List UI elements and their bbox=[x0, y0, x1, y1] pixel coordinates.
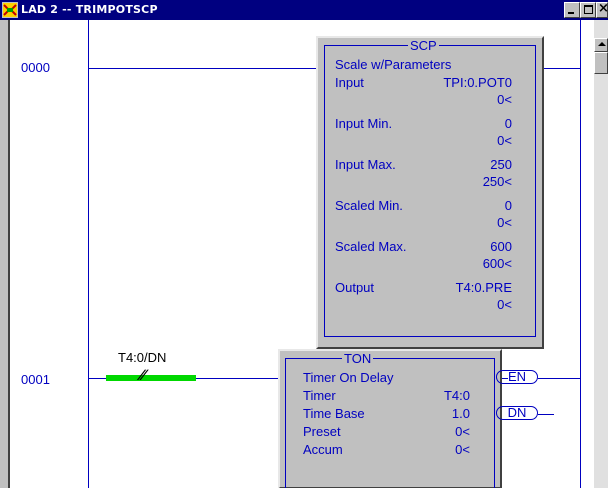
ton-subtitle: Timer On Delay bbox=[303, 370, 394, 385]
ton-title: TON bbox=[342, 351, 374, 366]
window-left-edge bbox=[0, 20, 8, 488]
ladder-canvas[interactable]: 0000 SCP Scale w/Parameters Input TPI:0.… bbox=[10, 20, 594, 488]
ton-timebase-value[interactable]: 1.0 bbox=[452, 406, 470, 421]
left-power-rail bbox=[88, 20, 89, 488]
scroll-thumb[interactable] bbox=[594, 52, 608, 74]
rung-number-0001[interactable]: 0001 bbox=[21, 372, 50, 387]
ton-timer-address[interactable]: T4:0 bbox=[444, 388, 470, 403]
minimize-button[interactable] bbox=[564, 2, 580, 18]
scp-output-label: Output bbox=[335, 280, 375, 295]
scp-scaled-min-value: 0< bbox=[497, 215, 512, 230]
dn-output-wire bbox=[538, 414, 554, 415]
scp-input-address[interactable]: TPI:0.POT0 bbox=[443, 75, 512, 90]
right-power-rail bbox=[580, 20, 581, 488]
ton-preset-value[interactable]: 0< bbox=[455, 424, 470, 439]
scp-input-value: 0< bbox=[497, 92, 512, 107]
scp-title: SCP bbox=[408, 38, 439, 53]
scp-input-min-param[interactable]: 0 bbox=[505, 116, 512, 131]
contact-true-highlight bbox=[106, 375, 196, 381]
rung-0000-wire-left bbox=[88, 68, 318, 69]
ton-timebase-label: Time Base bbox=[303, 406, 365, 421]
ladder-app-icon bbox=[2, 2, 18, 18]
scp-scaled-max-param[interactable]: 600 bbox=[490, 239, 512, 254]
scp-output-address[interactable]: T4:0.PRE bbox=[456, 280, 512, 295]
maximize-button[interactable] bbox=[580, 2, 596, 18]
scp-scaled-max-label: Scaled Max. bbox=[335, 239, 407, 254]
scp-output-value: 0< bbox=[497, 297, 512, 312]
window-title: LAD 2 -- TRIMPOTSCP bbox=[21, 3, 158, 16]
ton-accum-value[interactable]: 0< bbox=[455, 442, 470, 457]
scp-input-min-value: 0< bbox=[497, 133, 512, 148]
xio-contact-icon[interactable]: ∕∕ bbox=[140, 367, 145, 384]
scp-input-max-param[interactable]: 250 bbox=[490, 157, 512, 172]
scp-input-max-value: 250< bbox=[482, 174, 512, 189]
scp-subtitle: Scale w/Parameters bbox=[335, 57, 452, 72]
ton-accum-label: Accum bbox=[303, 442, 343, 457]
scroll-up-button[interactable] bbox=[594, 38, 608, 52]
scp-scaled-min-label: Scaled Min. bbox=[335, 198, 403, 213]
scp-input-max-label: Input Max. bbox=[335, 157, 396, 172]
contact-tag[interactable]: T4:0/DN bbox=[118, 350, 166, 365]
scp-scaled-max-value: 600< bbox=[482, 256, 512, 271]
rung-number-0000[interactable]: 0000 bbox=[21, 60, 50, 75]
ton-instruction[interactable]: TON Timer On Delay Timer T4:0 Time Base … bbox=[278, 349, 502, 488]
scp-input-min-label: Input Min. bbox=[335, 116, 393, 131]
close-button[interactable]: × bbox=[596, 1, 608, 18]
close-icon: × bbox=[598, 1, 608, 16]
ton-preset-label: Preset bbox=[303, 424, 341, 439]
scp-input-label: Input bbox=[335, 75, 364, 90]
title-bar[interactable]: LAD 2 -- TRIMPOTSCP × bbox=[0, 0, 608, 20]
rung-0001-wire-right bbox=[538, 378, 580, 379]
ton-timer-label: Timer bbox=[303, 388, 336, 403]
en-output-coil[interactable]: EN bbox=[496, 370, 538, 384]
scp-scaled-min-param[interactable]: 0 bbox=[505, 198, 512, 213]
vertical-scrollbar[interactable] bbox=[594, 20, 608, 488]
dn-output-coil[interactable]: DN bbox=[496, 406, 538, 420]
scp-instruction[interactable]: SCP Scale w/Parameters Input TPI:0.POT0 … bbox=[316, 36, 544, 349]
rung-0000-wire-right bbox=[540, 68, 580, 69]
up-arrow-icon bbox=[598, 42, 606, 46]
